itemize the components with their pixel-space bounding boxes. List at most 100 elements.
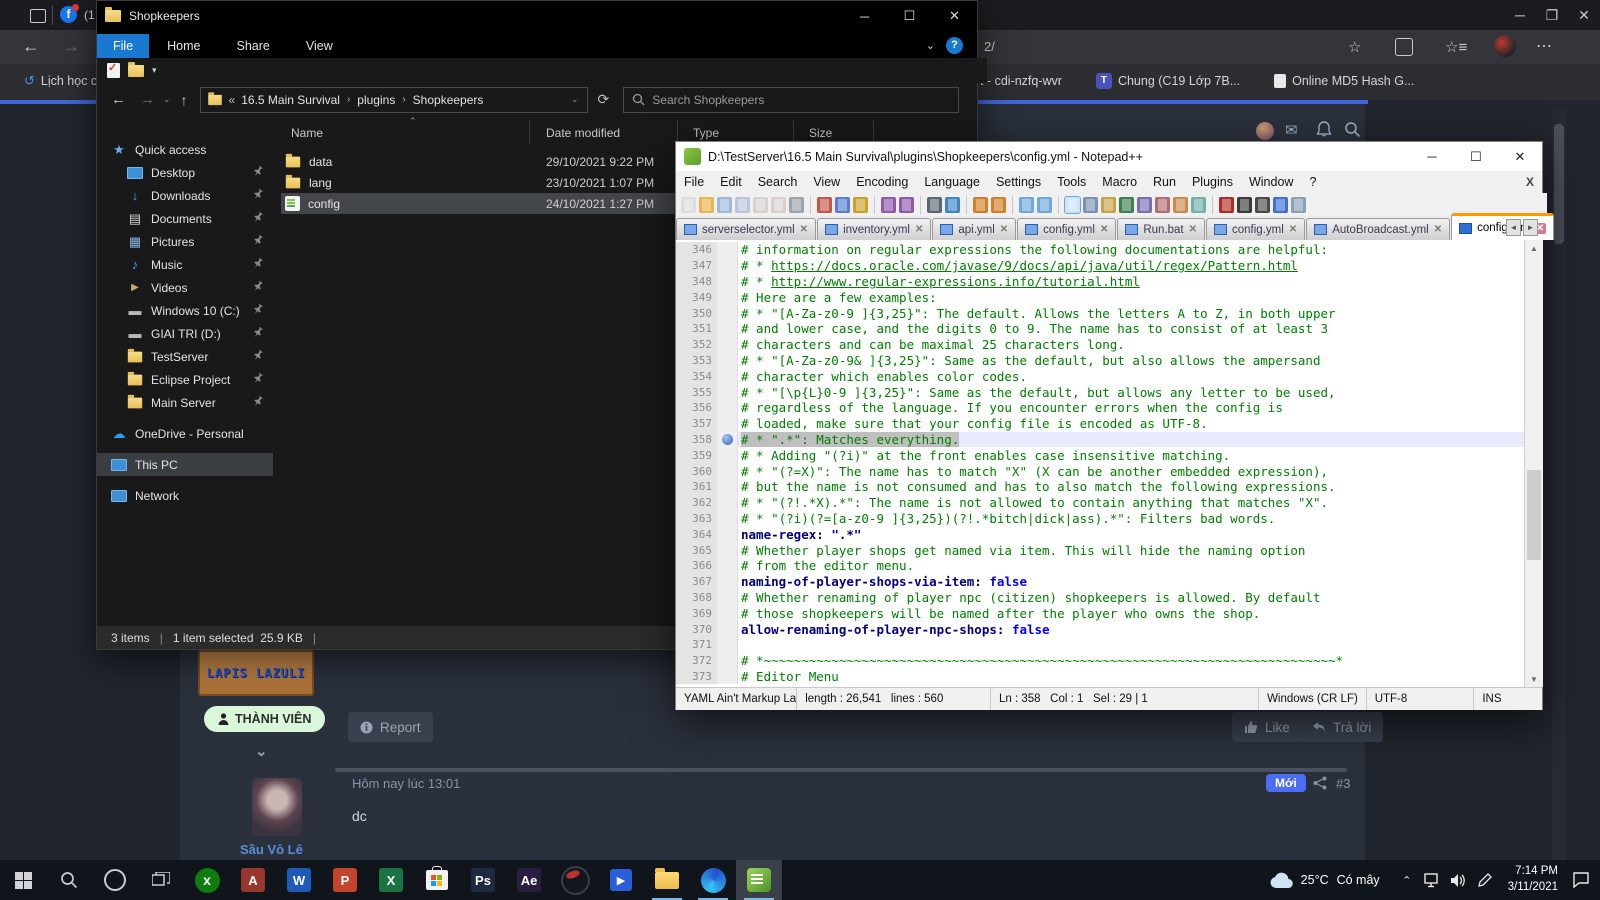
- extensions-icon[interactable]: [1395, 38, 1413, 56]
- properties-icon[interactable]: ✓: [107, 63, 120, 78]
- bookmark-margin[interactable]: [717, 558, 738, 574]
- sidebar-item-giai-tri-d-[interactable]: ▬GIAI TRI (D:): [97, 322, 273, 345]
- notepadpp-close-button[interactable]: ✕: [1498, 142, 1542, 171]
- address-dropdown-icon[interactable]: ⌄: [571, 94, 579, 105]
- bookmark-margin[interactable]: [717, 242, 738, 258]
- cut-icon[interactable]: [817, 197, 832, 213]
- scroll-down-icon[interactable]: ▼: [1525, 671, 1543, 687]
- indent-guide-icon[interactable]: [1101, 197, 1116, 213]
- editor-scrollbar[interactable]: ▲ ▼: [1524, 240, 1543, 687]
- sidebar-item-quick-access[interactable]: ★Quick access: [97, 138, 273, 161]
- undo-icon[interactable]: [881, 197, 896, 213]
- paste-icon[interactable]: [853, 197, 868, 213]
- taskbar-word-icon[interactable]: W: [276, 860, 322, 900]
- action-center-icon[interactable]: [1568, 860, 1594, 900]
- menu-edit[interactable]: Edit: [712, 175, 750, 189]
- forum-scrollbar[interactable]: [1552, 110, 1566, 860]
- sidebar-item-desktop[interactable]: Desktop: [97, 161, 273, 184]
- vertical-tabs-icon[interactable]: [30, 9, 46, 23]
- tray-chevron-up-icon[interactable]: ⌃: [1394, 860, 1420, 900]
- bookmark-item[interactable]: TChung (C19 Lớp 7B...: [1096, 73, 1240, 89]
- bookmark-margin[interactable]: [717, 321, 738, 337]
- save-all-icon[interactable]: [735, 197, 750, 213]
- editor-tab-config-yml[interactable]: config.yml✕: [1451, 213, 1554, 240]
- sidebar-item-testserver[interactable]: TestServer: [97, 345, 273, 368]
- open-file-icon[interactable]: [699, 197, 714, 213]
- editor-tab-config-yml[interactable]: config.yml✕: [1017, 218, 1116, 240]
- search-box[interactable]: Search Shopkeepers: [623, 87, 959, 113]
- ribbon-tab-view[interactable]: View: [288, 34, 351, 58]
- column-header-size[interactable]: Size: [809, 126, 832, 140]
- taskbar-xbox-icon[interactable]: x: [184, 860, 230, 900]
- bookmark-margin[interactable]: [717, 669, 738, 685]
- explorer-back-icon[interactable]: ←: [111, 91, 126, 108]
- save-icon[interactable]: [717, 197, 732, 213]
- bookmark-margin[interactable]: [717, 289, 738, 305]
- bookmark-margin[interactable]: [717, 416, 738, 432]
- browser-restore-button[interactable]: ❐: [1536, 0, 1568, 30]
- sidebar-item-windows-10-c-[interactable]: ▬Windows 10 (C:): [97, 299, 273, 322]
- menu-tools[interactable]: Tools: [1049, 175, 1094, 189]
- search-icon[interactable]: [1344, 121, 1361, 138]
- customize-qat-icon[interactable]: ▾: [152, 65, 157, 76]
- ribbon-tab-share[interactable]: Share: [219, 34, 288, 58]
- browser-back-icon[interactable]: ←: [22, 36, 40, 57]
- menu-plugins[interactable]: Plugins: [1184, 175, 1241, 189]
- menu-window[interactable]: Window: [1241, 175, 1301, 189]
- browser-menu-icon[interactable]: ⋯: [1536, 36, 1552, 56]
- redo-icon[interactable]: [899, 197, 914, 213]
- macro-play-icon[interactable]: [1255, 197, 1270, 213]
- find-icon[interactable]: [927, 197, 942, 213]
- ribbon-expand-chevron-icon[interactable]: ⌄: [926, 39, 935, 52]
- weather-widget[interactable]: 25°C Có mây: [1269, 871, 1380, 889]
- editor-tab-serverselector-yml[interactable]: serverselector.yml✕: [676, 218, 816, 240]
- tab-close-icon[interactable]: ✕: [1000, 224, 1008, 235]
- post-avatar[interactable]: [252, 778, 302, 836]
- explorer-minimize-button[interactable]: ─: [842, 1, 887, 31]
- print-icon[interactable]: [789, 197, 804, 213]
- copy-icon[interactable]: [835, 197, 850, 213]
- post-timestamp[interactable]: Hôm nay lúc 13:01: [352, 776, 460, 791]
- taskbar-after-effects-icon[interactable]: Ae: [506, 860, 552, 900]
- share-icon[interactable]: [1313, 776, 1327, 790]
- taskbar-search-icon[interactable]: [46, 860, 92, 900]
- status-insert-mode[interactable]: INS: [1474, 688, 1542, 710]
- bookmark-margin[interactable]: [717, 495, 738, 511]
- forum-user-avatar-small[interactable]: [1256, 122, 1274, 140]
- tab-scroll-left-icon[interactable]: ◄: [1506, 219, 1521, 236]
- bell-icon[interactable]: [1316, 121, 1332, 138]
- taskbar-store-icon[interactable]: [414, 860, 460, 900]
- bookmark-margin[interactable]: [717, 511, 738, 527]
- bookmark-item-left[interactable]: ↺ Lịch học củ: [24, 73, 104, 89]
- editor-area[interactable]: 346# information on regular expressions …: [676, 240, 1524, 689]
- bookmark-margin[interactable]: [717, 337, 738, 353]
- sidebar-item-downloads[interactable]: ↓Downloads: [97, 184, 273, 207]
- column-header-type[interactable]: Type: [693, 126, 719, 140]
- menu-close-x[interactable]: X: [1526, 175, 1534, 189]
- menu-view[interactable]: View: [805, 175, 848, 189]
- column-header-date-modified[interactable]: Date modified: [546, 126, 620, 140]
- scroll-up-icon[interactable]: ▲: [1525, 240, 1543, 256]
- taskbar-edge-icon[interactable]: [690, 860, 736, 900]
- notepadpp-maximize-button[interactable]: ☐: [1454, 142, 1498, 171]
- browser-close-button[interactable]: ✕: [1568, 0, 1600, 30]
- editor-tab-run-bat[interactable]: Run.bat✕: [1117, 218, 1205, 240]
- tab-close-icon[interactable]: ✕: [1289, 224, 1297, 235]
- tab-close-icon[interactable]: ✕: [800, 224, 808, 235]
- collapse-chevron-icon[interactable]: ⌄: [255, 742, 268, 760]
- scrollbar-thumb[interactable]: [1527, 470, 1541, 560]
- file-browser-icon[interactable]: [1173, 197, 1188, 213]
- breadcrumb-segment[interactable]: Shopkeepers: [413, 93, 484, 107]
- new-folder-icon[interactable]: [128, 65, 144, 77]
- explorer-up-icon[interactable]: ↑: [181, 92, 188, 108]
- bookmark-margin[interactable]: [717, 463, 738, 479]
- editor-tab-inventory-yml[interactable]: inventory.yml✕: [817, 218, 931, 240]
- menu-language[interactable]: Language: [916, 175, 988, 189]
- explorer-close-button[interactable]: ✕: [932, 1, 977, 31]
- facebook-tab[interactable]: f: [60, 6, 77, 23]
- tab-close-icon[interactable]: ✕: [1100, 224, 1108, 235]
- bookmark-margin[interactable]: [717, 258, 738, 274]
- function-list-icon[interactable]: [1119, 197, 1134, 213]
- menu-settings[interactable]: Settings: [988, 175, 1049, 189]
- tab-scroll-right-icon[interactable]: ►: [1523, 219, 1538, 236]
